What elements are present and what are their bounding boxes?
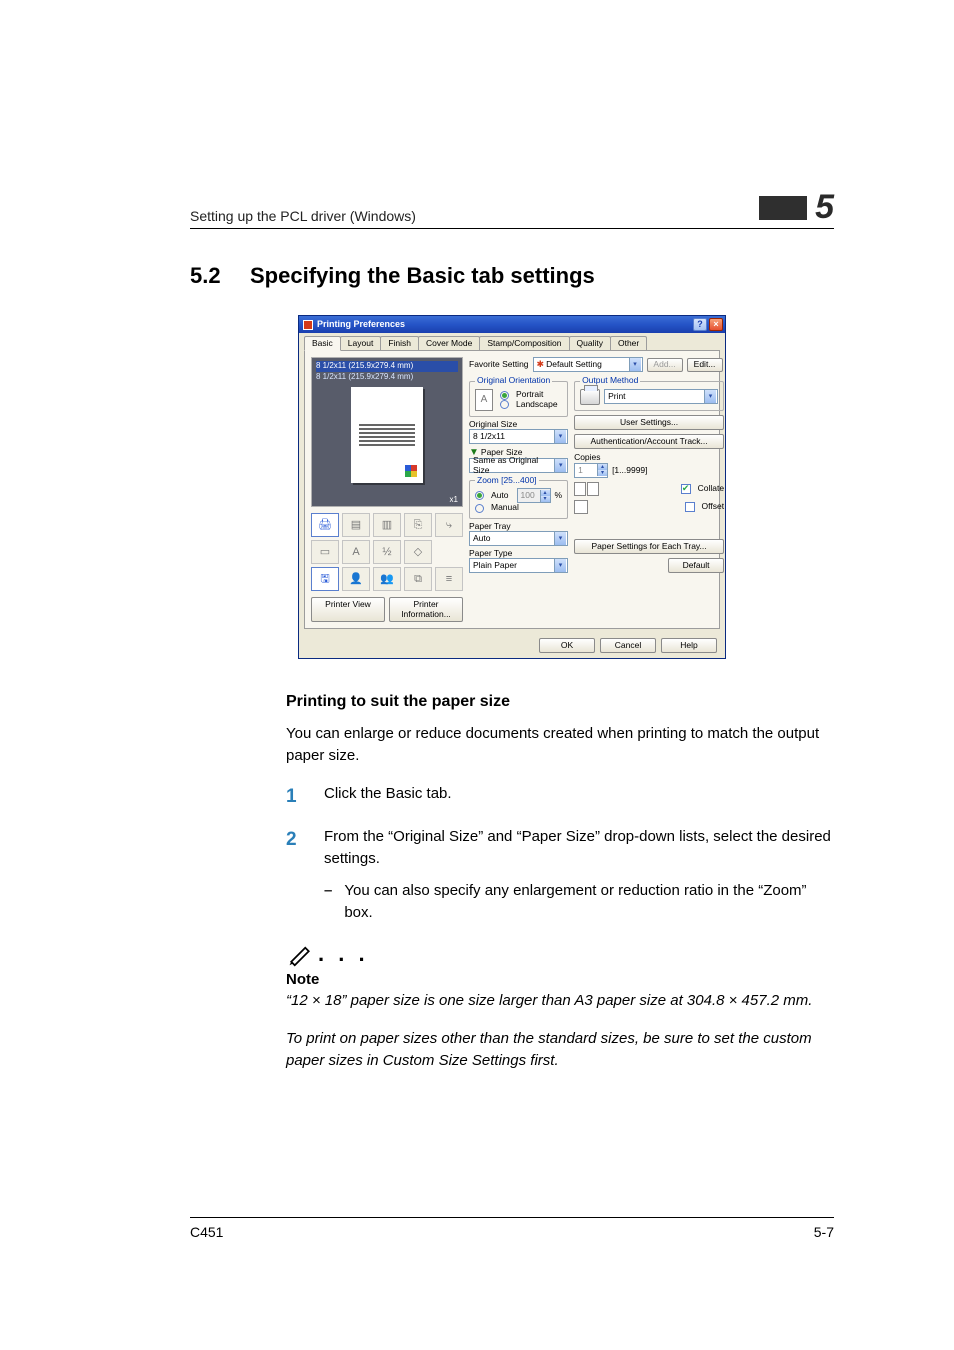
favorite-setting-combo[interactable]: ✱Default Setting ▾	[533, 357, 643, 372]
feature-icon-13[interactable]: ⧉	[404, 567, 432, 591]
paper-type-label: Paper Type	[469, 549, 568, 558]
zoom-group: Zoom [25...400] Auto 100 ▴▾ % Manual	[469, 476, 568, 519]
feature-icon-6[interactable]: ▭	[311, 540, 339, 564]
favorite-setting-label: Favorite Setting	[469, 360, 529, 369]
running-head-text: Setting up the PCL driver (Windows)	[190, 208, 416, 224]
footer-page: 5-7	[814, 1224, 834, 1240]
note-paragraph-2: To print on paper sizes other than the s…	[286, 1028, 834, 1072]
paper-type-combo[interactable]: Plain Paper▾	[469, 558, 568, 573]
feature-icon-12[interactable]: 👥	[373, 567, 401, 591]
tab-basic[interactable]: Basic	[304, 336, 341, 351]
default-button[interactable]: Default	[668, 558, 724, 573]
zoom-auto-radio[interactable]: Auto 100 ▴▾ %	[475, 488, 562, 503]
step-number: 2	[286, 826, 306, 923]
chevron-down-icon: ▾	[554, 459, 566, 472]
zoom-manual-radio[interactable]: Manual	[475, 503, 562, 512]
copies-spinner[interactable]: 1 ▴▾	[574, 463, 608, 478]
collate-checkbox[interactable]: ✔Collate	[681, 484, 724, 494]
tab-layout[interactable]: Layout	[340, 336, 382, 350]
sub-step-text: You can also specify any enlargement or …	[344, 880, 834, 924]
copies-label: Copies	[574, 453, 724, 462]
preview-dim-1: 8 1/2x11 (215.9x279.4 mm)	[316, 361, 458, 372]
printer-view-button[interactable]: Printer View	[311, 597, 385, 622]
feature-icon-3[interactable]: ▥	[373, 513, 401, 537]
section-heading: 5.2Specifying the Basic tab settings	[190, 263, 834, 289]
preview-panel: 8 1/2x11 (215.9x279.4 mm) 8 1/2x11 (215.…	[311, 357, 463, 507]
intro-paragraph: You can enlarge or reduce documents crea…	[286, 723, 834, 767]
printer-information-button[interactable]: Printer Information...	[389, 597, 463, 622]
original-size-combo[interactable]: 8 1/2x11▾	[469, 429, 568, 444]
offset-icon	[574, 500, 588, 514]
tab-finish[interactable]: Finish	[380, 336, 419, 350]
original-orientation-group: Original Orientation A Portrait Landscap…	[469, 376, 568, 416]
preview-paper-icon	[351, 387, 423, 483]
copies-range: [1...9999]	[612, 466, 647, 475]
feature-icon-4[interactable]: ⎘	[404, 513, 432, 537]
feature-icon-7[interactable]: A	[342, 540, 370, 564]
chevron-down-icon: ▾	[554, 559, 566, 572]
chevron-down-icon: ▾	[554, 430, 566, 443]
favorite-edit-button[interactable]: Edit...	[687, 358, 723, 371]
paper-tray-label: Paper Tray	[469, 522, 568, 531]
printer-icon	[580, 389, 600, 405]
tab-quality[interactable]: Quality	[569, 336, 611, 350]
chapter-number: 5	[815, 190, 834, 224]
favorite-add-button[interactable]: Add...	[647, 358, 683, 371]
chevron-down-icon: ▾	[629, 358, 641, 371]
feature-icon-10[interactable]: 🖫	[311, 567, 339, 591]
dialog-title: Printing Preferences	[317, 320, 693, 330]
printing-preferences-dialog: Printing Preferences ? × Basic Layout Fi…	[298, 315, 726, 659]
step-number: 1	[286, 783, 306, 811]
app-icon	[303, 320, 313, 330]
bullet-dash: –	[324, 880, 332, 924]
feature-icon-5[interactable]: ⤷	[435, 513, 463, 537]
help-button[interactable]: Help	[661, 638, 717, 653]
tabstrip: Basic Layout Finish Cover Mode Stamp/Com…	[299, 333, 725, 350]
chevron-down-icon: ▾	[554, 532, 566, 545]
feature-icon-printer[interactable]: 🖨	[311, 513, 339, 537]
chapter-badge: 5	[759, 190, 834, 224]
authentication-account-track-button[interactable]: Authentication/Account Track...	[574, 434, 724, 449]
paper-tray-combo[interactable]: Auto▾	[469, 531, 568, 546]
tab-cover-mode[interactable]: Cover Mode	[418, 336, 480, 350]
tab-stamp-composition[interactable]: Stamp/Composition	[479, 336, 569, 350]
landscape-radio[interactable]: Landscape	[500, 400, 558, 409]
step-text: Click the Basic tab.	[324, 783, 834, 811]
step-text: From the “Original Size” and “Paper Size…	[324, 828, 831, 867]
preview-scale: x1	[450, 496, 458, 505]
feature-icon-11[interactable]: 👤	[342, 567, 370, 591]
feature-icon-8[interactable]: ½	[373, 540, 401, 564]
note-label: Note	[286, 971, 834, 988]
paper-size-combo[interactable]: Same as Original Size▾	[469, 458, 568, 473]
offset-checkbox[interactable]: Offset	[685, 502, 725, 512]
note-paragraph-1: “12 × 18” paper size is one size larger …	[286, 990, 834, 1012]
subsection-heading: Printing to suit the paper size	[286, 693, 834, 711]
orientation-preview-icon: A	[475, 389, 493, 411]
output-method-group: Output Method Print▾	[574, 376, 724, 410]
chevron-down-icon: ▾	[704, 390, 716, 403]
paper-settings-each-tray-button[interactable]: Paper Settings for Each Tray...	[574, 539, 724, 554]
note-icon: . . .	[286, 939, 834, 967]
preview-dim-2: 8 1/2x11 (215.9x279.4 mm)	[316, 372, 458, 383]
feature-icon-2[interactable]: ▤	[342, 513, 370, 537]
feature-icons: 🖨 ▤ ▥ ⎘ ⤷ ▭ A ½ ◇ 🖫 👤 👥 ⧉ ≡	[311, 513, 463, 591]
ok-button[interactable]: OK	[539, 638, 595, 653]
titlebar-help-button[interactable]: ?	[693, 318, 707, 331]
original-size-label: Original Size	[469, 420, 568, 429]
feature-icon-9[interactable]: ◇	[404, 540, 432, 564]
user-settings-button[interactable]: User Settings...	[574, 415, 724, 430]
output-method-combo[interactable]: Print▾	[604, 389, 718, 404]
footer-model: C451	[190, 1224, 223, 1240]
titlebar: Printing Preferences ? ×	[299, 316, 725, 333]
tab-other[interactable]: Other	[610, 336, 647, 350]
feature-icon-14[interactable]: ≡	[435, 567, 463, 591]
cancel-button[interactable]: Cancel	[600, 638, 656, 653]
zoom-value-spinner[interactable]: 100 ▴▾	[517, 488, 551, 503]
titlebar-close-button[interactable]: ×	[709, 318, 723, 331]
collate-icon	[574, 482, 599, 496]
